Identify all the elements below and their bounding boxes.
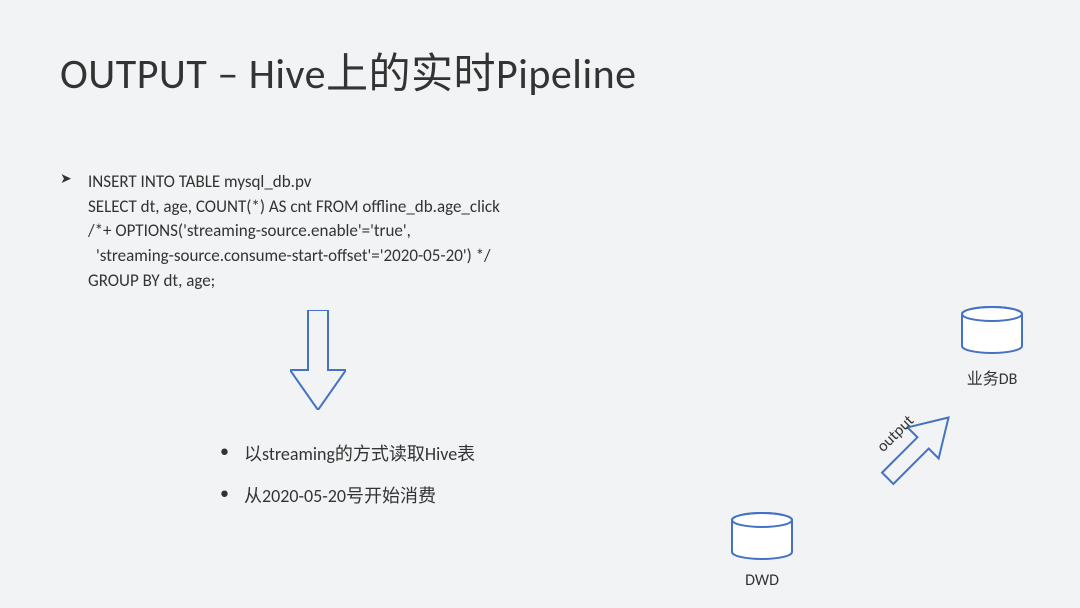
dwd-db-node: DWD	[730, 512, 794, 590]
code-line-2: SELECT dt, age, COUNT(*) AS cnt FROM off…	[60, 195, 500, 220]
code-line-5: GROUP BY dt, age;	[60, 269, 500, 294]
bullet-list: 以streaming的方式读取Hive表 从2020-05-20号开始消费	[220, 440, 475, 524]
code-line-4: 'streaming-source.consume-start-offset'=…	[60, 244, 500, 269]
dwd-label: DWD	[730, 571, 794, 590]
code-line-3: /*+ OPTIONS('streaming-source.enable'='t…	[60, 219, 500, 244]
database-icon	[960, 306, 1024, 354]
database-icon	[730, 512, 794, 560]
biz-db-label: 业务DB	[960, 365, 1024, 389]
down-arrow-icon	[290, 310, 346, 410]
code-line-1: INSERT INTO TABLE mysql_db.pv	[60, 171, 311, 192]
bullet-item-1: 以streaming的方式读取Hive表	[220, 440, 475, 466]
bullet-item-2: 从2020-05-20号开始消费	[220, 482, 475, 508]
biz-db-node: 业务DB	[960, 306, 1024, 389]
page-title: OUTPUT – Hive上的实时Pipeline	[60, 40, 637, 101]
sql-code-block: INSERT INTO TABLE mysql_db.pv SELECT dt,…	[60, 170, 500, 293]
